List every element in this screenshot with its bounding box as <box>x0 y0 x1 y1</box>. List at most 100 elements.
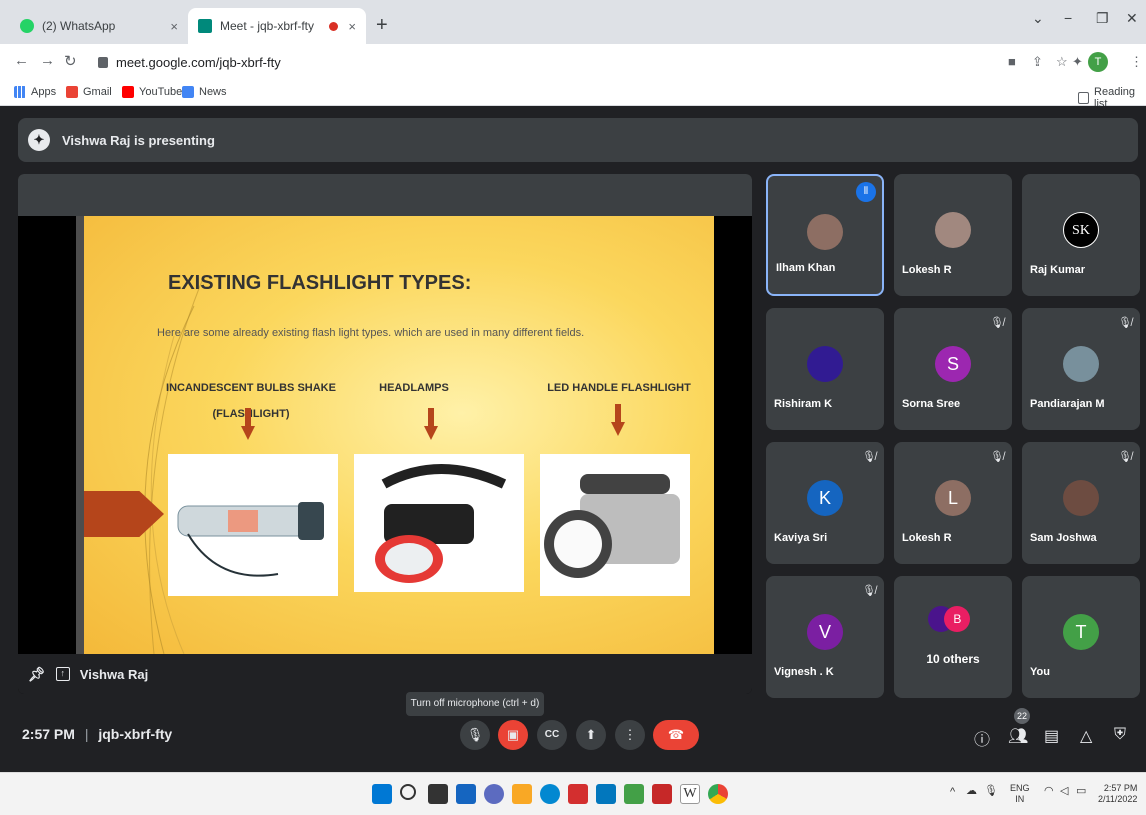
people-icon[interactable]: 👥︎ <box>1008 726 1028 746</box>
flashlight-image <box>168 454 338 596</box>
tray-chevron-icon[interactable]: ^ <box>950 787 955 798</box>
extensions-icon[interactable]: ✦ <box>1072 54 1083 70</box>
apps-grid-icon <box>14 86 26 98</box>
task-view-icon[interactable] <box>428 784 448 804</box>
bookmark-label: Gmail <box>83 86 112 98</box>
present-icon: ↑ <box>55 667 70 681</box>
avatar <box>1063 480 1099 516</box>
file-explorer-icon[interactable] <box>512 784 532 804</box>
participant-tile[interactable]: 🎙︎̸ S Sorna Sree <box>894 308 1012 430</box>
participant-name: Kaviya Sri <box>774 532 828 544</box>
taskbar-clock[interactable]: 2:57 PM 2/11/2022 <box>1098 783 1137 805</box>
present-now-button[interactable]: ⬆ <box>576 720 606 750</box>
meeting-details-icon[interactable]: ⓘ <box>974 726 990 750</box>
microphone-button[interactable]: 🎙︎ <box>460 720 490 750</box>
tab-whatsapp[interactable]: (2) WhatsApp × <box>10 8 188 44</box>
reading-list-icon <box>1078 92 1090 104</box>
participant-tile[interactable]: Rishiram K <box>766 308 884 430</box>
bookmark-label: News <box>199 86 227 98</box>
recording-icon <box>329 21 339 31</box>
bookmarks-bar: Apps Gmail YouTube News Reading list <box>0 80 1146 110</box>
onedrive-icon[interactable]: ☁ <box>966 786 977 797</box>
meet-main: ✦ Vishwa Raj is presenting EXISTING FLAS… <box>0 106 1146 772</box>
close-tab-icon[interactable]: × <box>348 19 356 34</box>
forward-icon[interactable]: → <box>40 52 55 69</box>
speaking-icon: ⦀ <box>856 182 876 202</box>
pin-icon[interactable]: 📌︎ <box>28 666 46 683</box>
participant-tile[interactable]: SK Raj Kumar <box>1022 174 1140 296</box>
news-icon <box>182 86 194 98</box>
profile-avatar[interactable]: T <box>1088 52 1108 72</box>
store-icon[interactable] <box>596 784 616 804</box>
participant-tile[interactable]: 🎙︎̸ V Vignesh . K <box>766 576 884 698</box>
bookmark-news[interactable]: News <box>182 86 227 98</box>
wifi-icon[interactable]: ◠ <box>1044 786 1054 797</box>
minimize-icon[interactable]: − <box>1064 10 1072 26</box>
tab-meet[interactable]: Meet - jqb-xbrf-fty × <box>188 8 366 44</box>
menu-kebab-icon[interactable]: ⋮ <box>1130 54 1143 70</box>
participant-name: Raj Kumar <box>1030 264 1086 276</box>
edge-icon[interactable] <box>540 784 560 804</box>
widgets-icon[interactable] <box>456 784 476 804</box>
avatar <box>807 346 843 382</box>
maximize-icon[interactable]: ❐ <box>1096 10 1109 27</box>
gmail-icon <box>66 86 78 98</box>
avatar: L <box>935 480 971 516</box>
participant-name: You <box>1030 666 1050 678</box>
presenter-avatar: ✦ <box>28 129 50 151</box>
close-window-icon[interactable]: ✕ <box>1126 10 1138 27</box>
bookmark-star-icon[interactable]: ☆ <box>1056 54 1068 70</box>
battery-icon[interactable]: ▭ <box>1076 786 1086 797</box>
tab-search-icon[interactable]: ⌄ <box>1032 10 1044 27</box>
participant-name: Rishiram K <box>774 398 833 410</box>
self-tile[interactable]: T You <box>1022 576 1140 698</box>
avatar <box>1063 346 1099 382</box>
chat-app-icon[interactable] <box>484 784 504 804</box>
participant-tile[interactable]: 🎙︎̸ Pandiarajan M <box>1022 308 1140 430</box>
participant-tile[interactable]: 🎙︎̸ Sam Joshwa <box>1022 442 1140 564</box>
more-options-button[interactable]: ⋮ <box>615 720 645 750</box>
mic-tooltip: Turn off microphone (ctrl + d) <box>406 692 544 716</box>
volume-icon[interactable]: ◁ <box>1060 786 1068 797</box>
participant-tile[interactable]: 🎙︎̸ L Lokesh R <box>894 442 1012 564</box>
participant-tile[interactable]: Lokesh R <box>894 174 1012 296</box>
bookmark-apps[interactable]: Apps <box>14 86 56 98</box>
chrome-icon[interactable] <box>708 784 728 804</box>
office-icon[interactable] <box>568 784 588 804</box>
participant-tile[interactable]: ⦀ Ilham Khan <box>766 174 884 296</box>
back-icon[interactable]: ← <box>14 52 29 69</box>
participant-name: Lokesh R <box>902 532 952 544</box>
captions-button[interactable]: CC <box>537 720 567 750</box>
close-tab-icon[interactable]: × <box>170 19 178 34</box>
participant-name: Ilham Khan <box>776 262 836 274</box>
others-tile[interactable]: B 10 others <box>894 576 1012 698</box>
word-icon[interactable]: W <box>680 784 700 804</box>
whatsapp-icon <box>20 19 34 33</box>
start-icon[interactable] <box>372 784 392 804</box>
url-text: meet.google.com/jqb-xbrf-fty <box>116 54 281 70</box>
headlamp-image <box>354 454 524 592</box>
reload-icon[interactable]: ↻ <box>64 52 77 70</box>
search-icon[interactable] <box>400 784 416 800</box>
region-text: IN <box>1015 794 1025 804</box>
meeting-info: 2:57 PM | jqb-xbrf-fty <box>22 726 172 742</box>
bookmark-youtube[interactable]: YouTube <box>122 86 182 98</box>
browser-tab-strip: (2) WhatsApp × Meet - jqb-xbrf-fty × + ⌄… <box>0 0 1146 44</box>
language-indicator[interactable]: ENG IN <box>1010 783 1030 805</box>
camera-icon[interactable]: ■ <box>1008 54 1016 69</box>
bookmark-gmail[interactable]: Gmail <box>66 86 112 98</box>
activities-icon[interactable]: △ <box>1080 726 1092 746</box>
chat-icon[interactable]: ▤ <box>1044 726 1059 746</box>
url-input[interactable]: meet.google.com/jqb-xbrf-fty <box>92 48 992 76</box>
lang-text: ENG <box>1010 783 1030 793</box>
camera-off-button[interactable]: ▣ <box>498 720 528 750</box>
host-controls-icon[interactable]: ⛨ <box>1114 726 1126 744</box>
mic-tray-icon[interactable]: 🎙︎ <box>984 786 998 797</box>
share-icon[interactable]: ⇪ <box>1032 54 1043 70</box>
participant-name: Pandiarajan M <box>1030 398 1105 410</box>
leave-call-button[interactable]: ☎ <box>653 720 699 750</box>
participant-tile[interactable]: 🎙︎̸ K Kaviya Sri <box>766 442 884 564</box>
new-tab-button[interactable]: + <box>376 14 388 37</box>
app-icon[interactable] <box>624 784 644 804</box>
app-icon[interactable] <box>652 784 672 804</box>
